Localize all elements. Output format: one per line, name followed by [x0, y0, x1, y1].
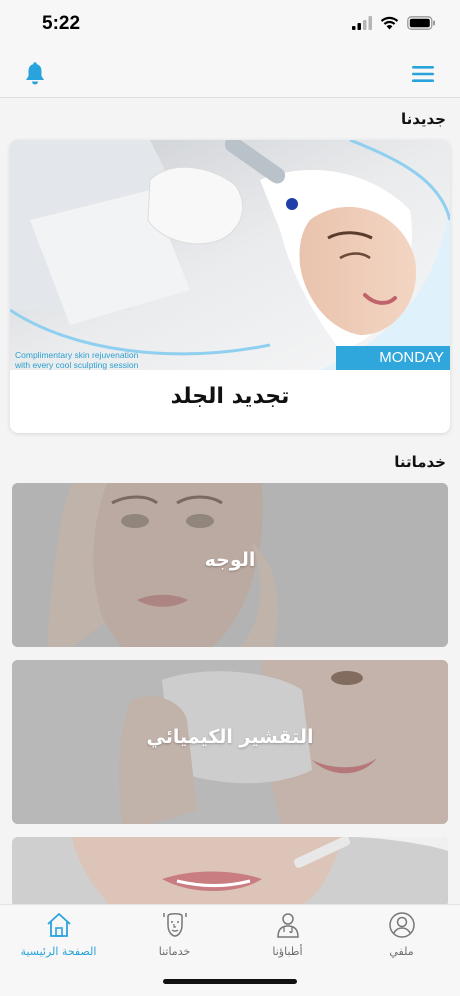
nav-label-profile: ملفي: [389, 945, 414, 958]
promo-line-2: with every cool sculpting session: [15, 360, 139, 370]
section-title-new: جديدنا: [400, 110, 446, 128]
status-icons: [352, 16, 436, 30]
doctor-icon: [276, 913, 299, 938]
nav-label-doctors: أطباؤنا: [272, 945, 303, 958]
nav-services[interactable]: خدماتنا: [117, 911, 232, 967]
nav-label-home: الصفحة الرئيسية: [20, 945, 97, 958]
injection-photo: [12, 837, 448, 907]
bell-icon[interactable]: [24, 62, 46, 86]
service-card-face[interactable]: الوجه: [12, 483, 448, 647]
featured-image: Complimentary skin rejuvenation with eve…: [10, 140, 450, 370]
profile-icon: [388, 912, 415, 938]
face-icon: [162, 913, 187, 937]
service-label: التقشير الكيميائي: [146, 726, 314, 748]
skin-treatment-photo: [10, 140, 450, 370]
status-time: 5:22: [42, 13, 81, 34]
service-card-chemical-peel[interactable]: التقشير الكيميائي: [12, 660, 448, 824]
hamburger-menu-icon[interactable]: [412, 65, 434, 83]
home-icon: [46, 913, 71, 937]
nav-doctors[interactable]: أطباؤنا: [230, 911, 345, 967]
service-label: الوجه: [204, 549, 256, 571]
section-title-services: خدماتنا: [394, 453, 446, 471]
home-indicator: [163, 979, 297, 984]
app-header: [0, 50, 460, 98]
nav-home[interactable]: الصفحة الرئيسية: [1, 911, 116, 967]
featured-card[interactable]: Complimentary skin rejuvenation with eve…: [10, 140, 450, 433]
app-screen: 5:22 جديدنا Complimentary skin rejuvenat…: [0, 0, 460, 996]
signal-icon: [352, 16, 372, 30]
service-card-injection[interactable]: [12, 837, 448, 907]
nav-label-services: خدماتنا: [158, 945, 191, 958]
wifi-icon: [380, 16, 399, 30]
nav-profile[interactable]: ملفي: [344, 911, 459, 967]
monday-badge: MONDAY: [336, 346, 450, 370]
promo-text: Complimentary skin rejuvenation with eve…: [15, 350, 165, 370]
status-bar: 5:22: [0, 0, 460, 50]
featured-title: تجديد الجلد: [170, 384, 290, 409]
battery-icon: [407, 16, 435, 30]
promo-line-1: Complimentary skin rejuvenation: [15, 350, 139, 360]
